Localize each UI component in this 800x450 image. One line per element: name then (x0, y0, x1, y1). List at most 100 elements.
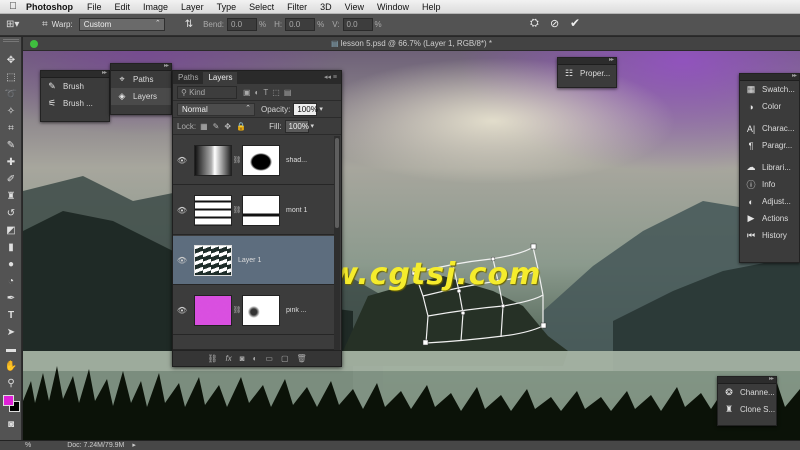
panel-grip[interactable]: ▸▸ (41, 69, 109, 78)
link-icon[interactable]: ⛓ (232, 206, 242, 214)
collapse-icon[interactable]: ▸▸ (164, 62, 169, 69)
menu-3d[interactable]: 3D (320, 2, 332, 12)
menu-filter[interactable]: Filter (287, 2, 307, 12)
actions-panel-button[interactable]: ▶ Actions (740, 210, 799, 227)
link-icon[interactable]: ⛓ (232, 156, 242, 164)
add-mask-icon[interactable]: ◙ (240, 354, 245, 363)
zoom-readout[interactable]: % (25, 442, 31, 449)
layer-row-selected[interactable]: 👁 Layer 1 (173, 236, 335, 285)
commit-transform-icon[interactable]: ✔ (570, 16, 580, 30)
orientation-icon[interactable]: ⇅ (185, 19, 193, 30)
shape-tool-icon[interactable]: ▬ (3, 342, 19, 356)
brush-presets-panel-button[interactable]: ⚟ Brush ... (41, 95, 109, 112)
magic-wand-tool-icon[interactable]: ✧ (3, 104, 19, 118)
adjustments-panel-button[interactable]: ◐ Adjust... (740, 193, 799, 210)
menu-image[interactable]: Image (143, 2, 168, 12)
color-panel-button[interactable]: ◑ Color (740, 98, 799, 115)
pen-tool-icon[interactable]: ✒ (3, 291, 19, 305)
layers-scrollbar[interactable] (334, 136, 340, 350)
tab-layers[interactable]: Layers (203, 72, 238, 84)
quick-mask-icon[interactable]: ◙ (3, 417, 19, 431)
warp-select[interactable]: Custom (78, 18, 165, 31)
properties-panel-button[interactable]: ☷ Proper... (558, 65, 616, 82)
eye-icon[interactable]: 👁 (173, 256, 191, 265)
collapse-icon[interactable]: ▸▸ (769, 375, 774, 382)
layer-name[interactable]: mont 1 (286, 207, 316, 214)
link-layers-icon[interactable]: ⛓ (207, 354, 217, 363)
menu-file[interactable]: File (87, 2, 102, 12)
panel-grip[interactable]: ▸▸ (558, 57, 616, 65)
menu-help[interactable]: Help (422, 2, 441, 12)
puppet-icon[interactable]: ⛭ (530, 17, 539, 30)
move-tool-icon[interactable]: ✥ (3, 53, 19, 67)
filter-icons[interactable]: ▣◐T⬚▤ (243, 88, 295, 97)
bend-input[interactable]: 0.0 (226, 18, 257, 31)
layers-panel-button[interactable]: ◈ Layers (111, 88, 171, 105)
tool-preset-icon[interactable]: ⊞▾ (6, 17, 28, 33)
menu-view[interactable]: View (345, 2, 364, 12)
swatches-panel-button[interactable]: ▦ Swatch... (740, 81, 799, 98)
blend-mode-select[interactable]: Normal (177, 102, 255, 116)
dodge-tool-icon[interactable]: ◔ (3, 274, 19, 288)
layer-row[interactable]: 👁 ⛓ pink ... (173, 286, 335, 335)
clone-source-panel-button[interactable]: ♜ Clone S... (718, 401, 776, 418)
adjustment-layer-icon[interactable]: ◐ (253, 354, 258, 363)
collapse-icon[interactable]: ▸▸ (792, 72, 797, 79)
menu-type[interactable]: Type (217, 2, 237, 12)
eye-icon[interactable]: 👁 (173, 306, 191, 315)
brush-tool-icon[interactable]: ✐ (3, 172, 19, 186)
menu-select[interactable]: Select (249, 2, 274, 12)
fill-input[interactable]: 100% (284, 119, 309, 133)
zoom-tool-icon[interactable]: ⚲ (3, 376, 19, 390)
channels-panel-button[interactable]: ❂ Channe... (718, 384, 776, 401)
character-panel-button[interactable]: A| Charac... (740, 120, 799, 137)
panel-collapse-icon[interactable]: ◂◂ ≡ (324, 72, 337, 84)
panel-grip[interactable]: ▸▸ (111, 62, 171, 71)
crop-tool-icon[interactable]: ⌗ (3, 121, 19, 135)
clone-stamp-tool-icon[interactable]: ♜ (3, 189, 19, 203)
info-panel-button[interactable]: ⓘ Info (740, 176, 799, 193)
menu-edit[interactable]: Edit (115, 2, 131, 12)
scrollbar-thumb[interactable] (335, 138, 339, 228)
apple-icon[interactable]:  (0, 1, 26, 12)
blur-tool-icon[interactable]: ● (3, 257, 19, 271)
brush-panel-button[interactable]: ✎ Brush (41, 78, 109, 95)
eraser-tool-icon[interactable]: ◩ (3, 223, 19, 237)
new-group-icon[interactable]: ▭ (265, 354, 273, 363)
fx-icon[interactable]: fx (225, 354, 231, 363)
status-menu-icon[interactable]: ▸ (132, 442, 136, 449)
panel-grip[interactable]: ▸▸ (718, 375, 776, 384)
layer-row[interactable]: 👁 ⛓ mont 1 (173, 186, 335, 235)
layer-mask-thumbnail[interactable] (242, 144, 280, 176)
healing-brush-tool-icon[interactable]: ✚ (3, 155, 19, 169)
menu-window[interactable]: Window (377, 2, 409, 12)
cancel-transform-icon[interactable]: ⊘ (550, 17, 559, 30)
type-tool-icon[interactable]: T (3, 308, 19, 322)
history-panel-button[interactable]: ⏮ History (740, 227, 799, 244)
document-tab[interactable]: ▤ lesson 5.psd @ 66.7% (Layer 1, RGB/8*)… (23, 37, 800, 51)
v-input[interactable]: 0.0 (342, 18, 373, 31)
opacity-input[interactable]: 100% (293, 102, 318, 116)
link-icon[interactable]: ⛓ (232, 306, 242, 314)
layer-name[interactable]: shad... (286, 157, 316, 164)
eye-icon[interactable]: 👁 (173, 156, 191, 165)
tab-paths[interactable]: Paths (173, 72, 203, 84)
history-brush-tool-icon[interactable]: ↺ (3, 206, 19, 220)
app-menu[interactable]: Photoshop (26, 2, 73, 12)
marquee-tool-icon[interactable]: ⬚ (3, 70, 19, 84)
kind-filter-select[interactable]: ⚲ Kind (177, 85, 237, 99)
fill-dropdown-icon[interactable]: ▾ (311, 122, 315, 130)
eye-icon[interactable]: 👁 (173, 206, 191, 215)
h-input[interactable]: 0.0 (285, 18, 316, 31)
path-selection-tool-icon[interactable]: ➤ (3, 325, 19, 339)
paragraph-panel-button[interactable]: ¶ Paragr... (740, 137, 799, 154)
hand-tool-icon[interactable]: ✋ (3, 359, 19, 373)
libraries-panel-button[interactable]: ☁ Librari... (740, 159, 799, 176)
lasso-tool-icon[interactable]: ➰ (3, 87, 19, 101)
eyedropper-tool-icon[interactable]: ✎ (3, 138, 19, 152)
gradient-tool-icon[interactable]: ▮ (3, 240, 19, 254)
foreground-color-swatch[interactable] (3, 395, 14, 406)
collapse-icon[interactable]: ▸▸ (102, 69, 107, 76)
lock-icons[interactable]: ▦✎✥🔒 (200, 122, 251, 131)
layer-name[interactable]: Layer 1 (238, 257, 298, 264)
